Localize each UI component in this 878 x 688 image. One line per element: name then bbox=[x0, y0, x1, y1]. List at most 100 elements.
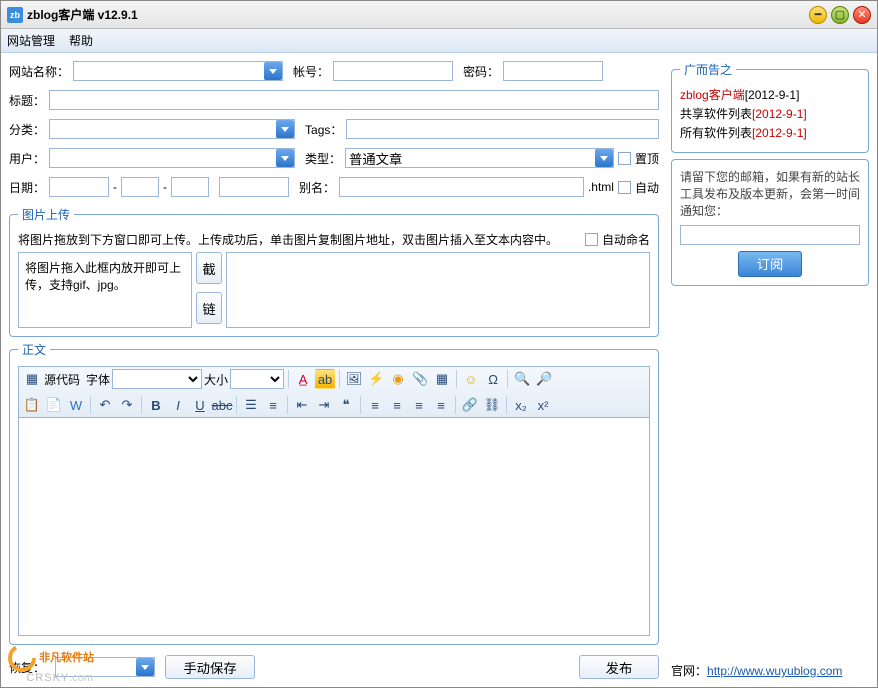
menu-site-manage[interactable]: 网站管理 bbox=[7, 32, 55, 49]
type-label: 类型： bbox=[305, 150, 341, 167]
table-icon[interactable]: ▦ bbox=[432, 369, 452, 389]
paste-word-icon[interactable]: W bbox=[66, 395, 86, 415]
unlink-icon[interactable]: ⛓ bbox=[482, 395, 502, 415]
image-preview-area bbox=[226, 252, 650, 328]
title-input[interactable] bbox=[49, 90, 659, 110]
media-icon[interactable]: ◉ bbox=[388, 369, 408, 389]
category-label: 分类： bbox=[9, 121, 45, 138]
password-input[interactable] bbox=[503, 61, 603, 81]
type-dropdown[interactable] bbox=[595, 149, 613, 167]
underline-icon[interactable]: U bbox=[190, 395, 210, 415]
menu-help[interactable]: 帮助 bbox=[69, 32, 93, 49]
attachment-icon[interactable]: 📎 bbox=[410, 369, 430, 389]
align-center-icon[interactable]: ≡ bbox=[387, 395, 407, 415]
date-year[interactable] bbox=[49, 177, 109, 197]
autoname-checkbox[interactable] bbox=[585, 233, 598, 246]
account-input[interactable] bbox=[333, 61, 453, 81]
menu-bar: 网站管理 帮助 bbox=[1, 29, 877, 53]
type-input[interactable] bbox=[345, 148, 614, 168]
font-label: 字体 bbox=[86, 371, 110, 388]
subscript-icon[interactable]: x₂ bbox=[511, 395, 531, 415]
smiley-icon[interactable]: ☺ bbox=[461, 369, 481, 389]
superscript-icon[interactable]: x² bbox=[533, 395, 553, 415]
font-select[interactable] bbox=[112, 369, 202, 389]
link-icon[interactable]: 🔗 bbox=[460, 395, 480, 415]
site-name-input[interactable] bbox=[73, 61, 283, 81]
user-input[interactable] bbox=[49, 148, 295, 168]
account-label: 帐号： bbox=[293, 63, 329, 80]
title-label: 标题： bbox=[9, 92, 45, 109]
size-select[interactable] bbox=[230, 369, 284, 389]
recover-dropdown[interactable] bbox=[136, 658, 154, 676]
watermark: 非凡软件站 CRSKY.com bbox=[8, 644, 94, 684]
subscribe-group: 请留下您的邮箱，如果有新的站长工具发布及版本更新，会第一时间通知您： 订阅 bbox=[671, 159, 869, 286]
alias-input[interactable] bbox=[339, 177, 584, 197]
watermark-icon bbox=[8, 644, 36, 672]
indent-icon[interactable]: ⇥ bbox=[314, 395, 334, 415]
flash-icon[interactable]: ⚡ bbox=[366, 369, 386, 389]
find-icon[interactable]: 🔍 bbox=[512, 369, 532, 389]
title-bar: zb zblog客户端 v12.9.1 ━ ▢ ✕ bbox=[1, 1, 877, 29]
ad-item[interactable]: 所有软件列表[2012-9-1] bbox=[680, 124, 860, 143]
unordered-list-icon[interactable]: ≡ bbox=[263, 395, 283, 415]
redo-icon[interactable]: ↷ bbox=[117, 395, 137, 415]
editor-body[interactable] bbox=[18, 417, 650, 636]
ads-list: zblog客户端[2012-9-1]共享软件列表[2012-9-1]所有软件列表… bbox=[680, 86, 860, 144]
manual-save-button[interactable]: 手动保存 bbox=[165, 655, 255, 679]
image-icon[interactable]: 🖼 bbox=[344, 369, 364, 389]
italic-icon[interactable]: I bbox=[168, 395, 188, 415]
category-dropdown[interactable] bbox=[276, 120, 294, 138]
text-color-icon[interactable]: A̲ bbox=[293, 369, 313, 389]
upload-hint: 将图片拖放到下方窗口即可上传。上传成功后，单击图片复制图片地址，双击图片插入至文… bbox=[18, 231, 581, 248]
official-site-label: 官网： bbox=[671, 664, 707, 678]
close-button[interactable]: ✕ bbox=[853, 6, 871, 24]
user-label: 用户： bbox=[9, 150, 45, 167]
bg-color-icon[interactable]: ab bbox=[315, 369, 335, 389]
date-month[interactable] bbox=[121, 177, 159, 197]
site-name-dropdown[interactable] bbox=[264, 62, 282, 80]
align-right-icon[interactable]: ≡ bbox=[409, 395, 429, 415]
date-label: 日期： bbox=[9, 179, 45, 196]
size-label: 大小 bbox=[204, 371, 228, 388]
paste-text-icon[interactable]: 📄 bbox=[44, 395, 64, 415]
replace-icon[interactable]: 🔎 bbox=[534, 369, 554, 389]
bold-icon[interactable]: B bbox=[146, 395, 166, 415]
sticky-label: 置顶 bbox=[635, 150, 659, 167]
ad-item[interactable]: zblog客户端[2012-9-1] bbox=[680, 86, 860, 105]
special-char-icon[interactable]: Ω bbox=[483, 369, 503, 389]
align-left-icon[interactable]: ≡ bbox=[365, 395, 385, 415]
subscribe-button[interactable]: 订阅 bbox=[738, 251, 803, 277]
crop-button[interactable]: 截 bbox=[196, 252, 222, 284]
image-upload-group: 图片上传 将图片拖放到下方窗口即可上传。上传成功后，单击图片复制图片地址，双击图… bbox=[9, 206, 659, 337]
source-label[interactable]: 源代码 bbox=[44, 371, 80, 388]
auto-checkbox[interactable] bbox=[618, 181, 631, 194]
tags-input[interactable] bbox=[346, 119, 659, 139]
official-site: 官网：http://www.wuyublog.com bbox=[671, 662, 869, 679]
ad-item[interactable]: 共享软件列表[2012-9-1] bbox=[680, 105, 860, 124]
image-drop-zone[interactable]: 将图片拖入此框内放开即可上传，支持gif、jpg。 bbox=[18, 252, 192, 328]
undo-icon[interactable]: ↶ bbox=[95, 395, 115, 415]
user-dropdown[interactable] bbox=[276, 149, 294, 167]
subscribe-text: 请留下您的邮箱，如果有新的站长工具发布及版本更新，会第一时间通知您： bbox=[680, 168, 860, 219]
date-day[interactable] bbox=[171, 177, 209, 197]
date-time[interactable] bbox=[219, 177, 289, 197]
ordered-list-icon[interactable]: ☰ bbox=[241, 395, 261, 415]
autoname-label: 自动命名 bbox=[602, 231, 650, 248]
category-input[interactable] bbox=[49, 119, 295, 139]
blockquote-icon[interactable]: ❝ bbox=[336, 395, 356, 415]
ads-legend: 广而告之 bbox=[680, 61, 736, 78]
minimize-button[interactable]: ━ bbox=[809, 6, 827, 24]
site-name-label: 网站名称： bbox=[9, 63, 69, 80]
official-site-link[interactable]: http://www.wuyublog.com bbox=[707, 664, 842, 678]
sticky-checkbox[interactable] bbox=[618, 152, 631, 165]
link-button[interactable]: 链 bbox=[196, 292, 222, 324]
paste-icon[interactable]: 📋 bbox=[22, 395, 42, 415]
subscribe-email-input[interactable] bbox=[680, 225, 860, 245]
align-justify-icon[interactable]: ≡ bbox=[431, 395, 451, 415]
strike-icon[interactable]: abc bbox=[212, 395, 232, 415]
publish-button[interactable]: 发布 bbox=[579, 655, 659, 679]
outdent-icon[interactable]: ⇤ bbox=[292, 395, 312, 415]
source-icon[interactable]: ▦ bbox=[22, 369, 42, 389]
tags-label: Tags： bbox=[305, 121, 342, 138]
maximize-button[interactable]: ▢ bbox=[831, 6, 849, 24]
